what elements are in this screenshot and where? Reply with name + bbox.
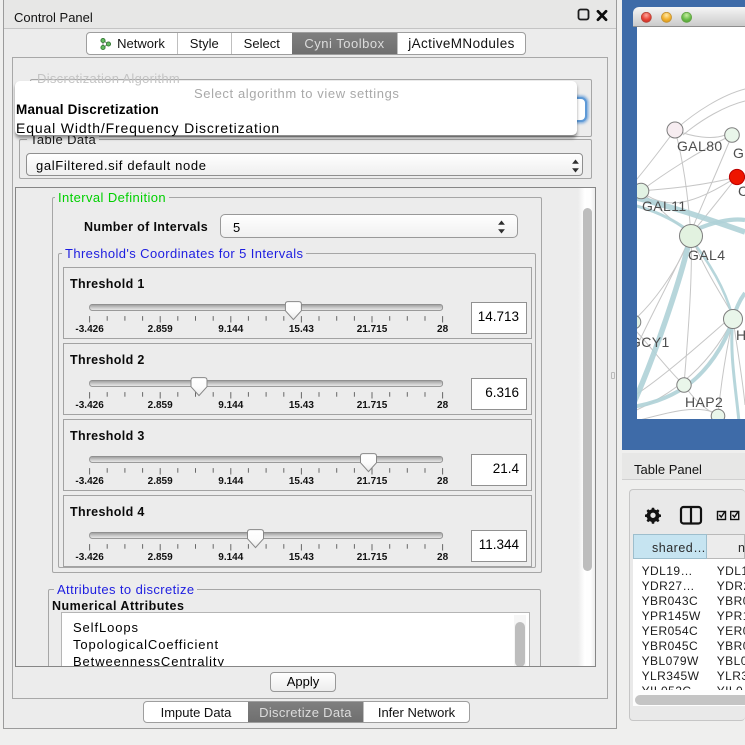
svg-text:HAP2: HAP2 — [685, 394, 723, 410]
svg-text:C: C — [738, 183, 745, 199]
svg-text:GAL80: GAL80 — [677, 138, 723, 154]
svg-text:GAL11: GAL11 — [642, 198, 687, 214]
svg-text:GAL4: GAL4 — [688, 247, 725, 263]
svg-text:H: H — [736, 327, 745, 343]
svg-text:G: G — [733, 145, 744, 161]
svg-text:GCY1: GCY1 — [637, 334, 670, 350]
